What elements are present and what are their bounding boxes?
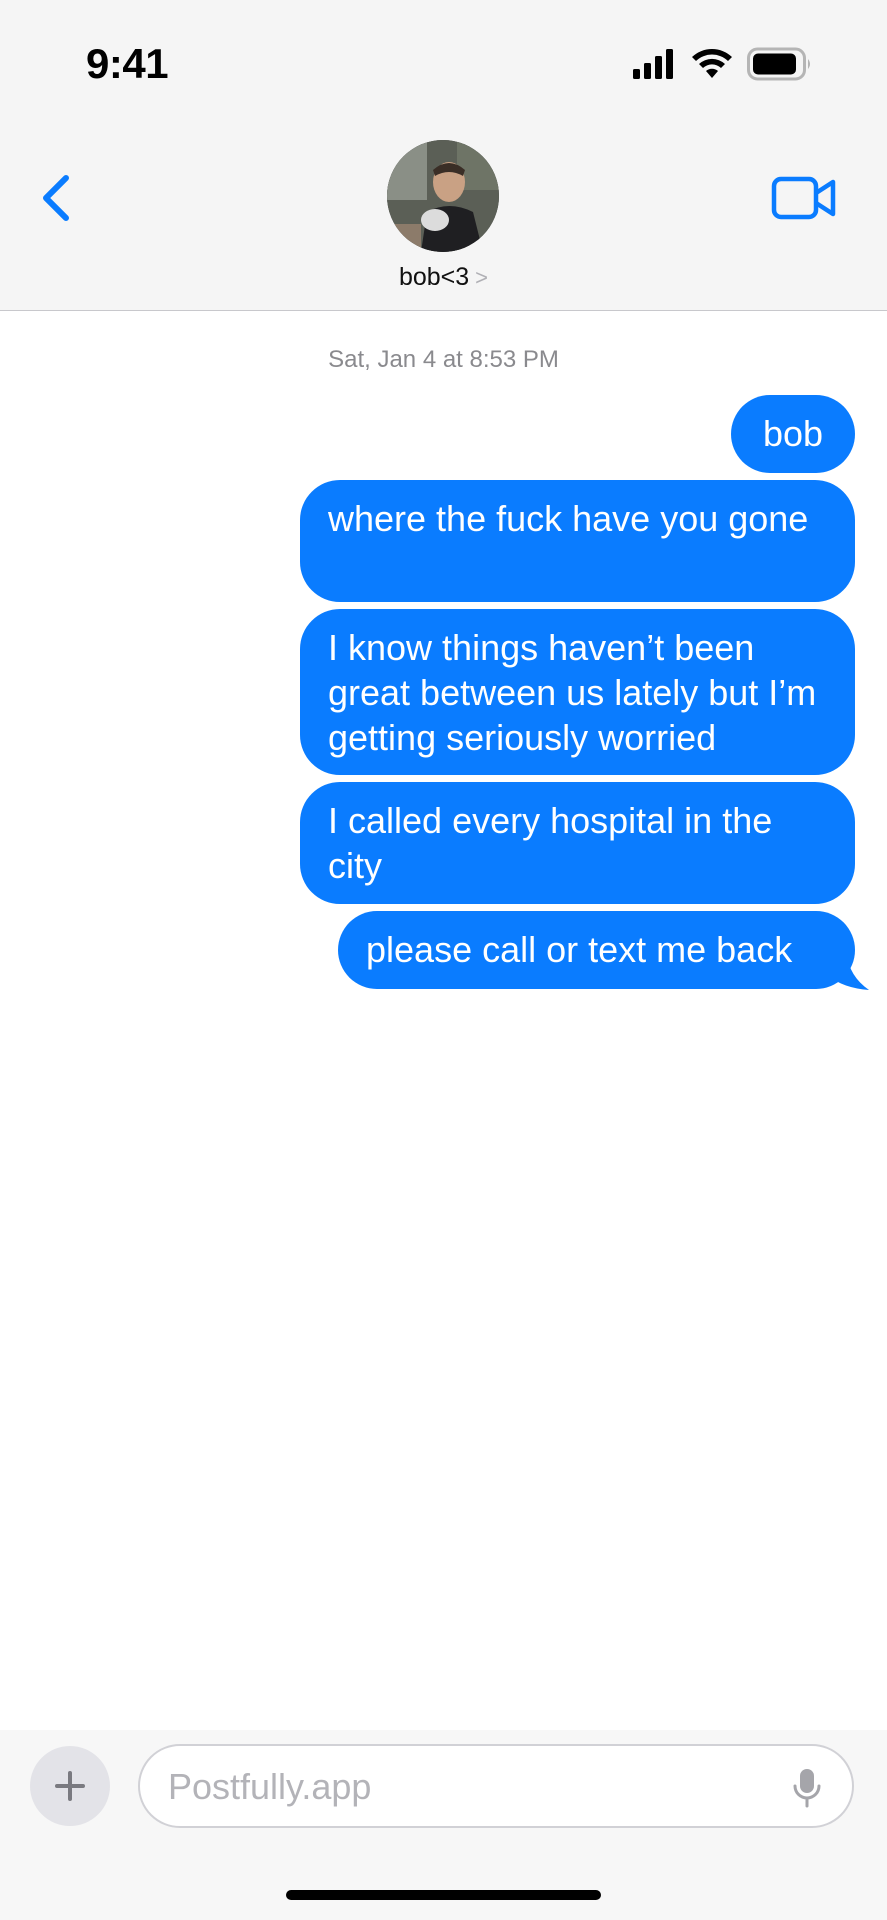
message-bubble-outgoing[interactable]: bob	[731, 395, 855, 473]
contact-name: bob<3	[398, 263, 470, 291]
status-time: 9:41	[86, 40, 169, 87]
message-bubble-outgoing[interactable]: I know things haven’t been great between…	[300, 609, 855, 775]
message-input-container	[138, 1744, 854, 1828]
signal-icon	[633, 49, 673, 79]
message-bubble-outgoing[interactable]: I called every hospital in the city	[300, 782, 855, 904]
message-bubble-outgoing[interactable]: where the fuck have you gone	[300, 480, 855, 602]
conversation-header: 9:41 bob<3 >	[0, 0, 887, 311]
add-attachment-button[interactable]	[30, 1746, 110, 1826]
video-call-button[interactable]	[771, 176, 837, 220]
contact-name-button[interactable]: bob<3 >	[0, 263, 887, 292]
message-timestamp: Sat, Jan 4 at 8:53 PM	[328, 346, 559, 373]
status-icons	[633, 46, 813, 82]
battery-icon	[747, 47, 810, 81]
avatar-photo	[387, 140, 499, 252]
messages-screen: 9:41 bob<3 > Sat, Jan 4 at 8:53 PM bob w…	[0, 0, 887, 1920]
wifi-icon	[692, 49, 732, 78]
bubble-tail	[829, 954, 869, 990]
back-button[interactable]	[30, 168, 80, 228]
video-call-icon	[771, 176, 836, 220]
contact-avatar[interactable]	[387, 140, 499, 252]
chevron-right-icon: >	[475, 265, 489, 290]
plus-icon	[55, 1771, 85, 1801]
message-bubble-outgoing[interactable]: please call or text me back	[338, 911, 855, 989]
home-indicator[interactable]	[286, 1890, 601, 1900]
back-chevron-icon	[43, 175, 69, 221]
microphone-icon[interactable]	[792, 1768, 822, 1808]
message-input[interactable]	[168, 1764, 768, 1810]
